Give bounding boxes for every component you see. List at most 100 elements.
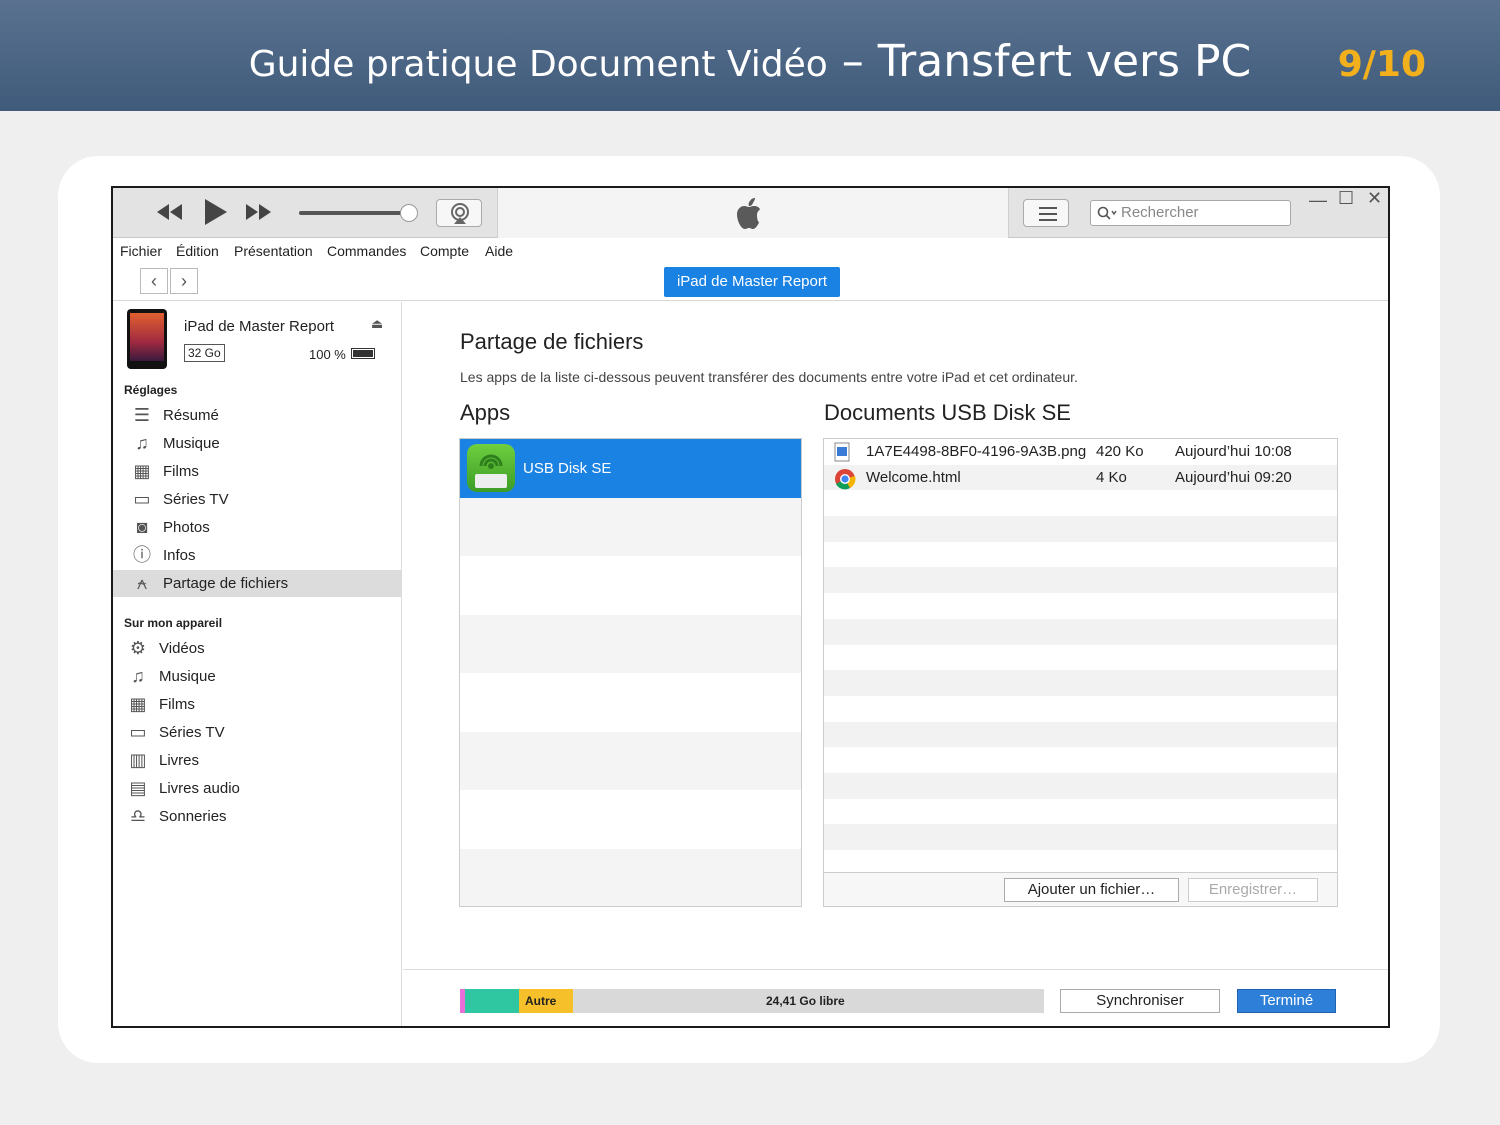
sidebar-item-vidéos[interactable]: ⚙ Vidéos bbox=[113, 635, 401, 662]
storage-bar: Autre 24,41 Go libre bbox=[460, 989, 1044, 1013]
fast-forward-icon bbox=[246, 204, 271, 220]
menu-aide[interactable]: Aide bbox=[485, 243, 513, 259]
volume-knob[interactable] bbox=[400, 204, 418, 222]
minimize-button[interactable]: — bbox=[1309, 190, 1327, 211]
film-icon: ▦ bbox=[129, 694, 147, 714]
apps-list: USB Disk SE bbox=[459, 438, 802, 907]
sidebar-item-livres[interactable]: ▥ Livres bbox=[113, 747, 401, 774]
main-panel: Partage de fichiers Les apps de la liste… bbox=[403, 302, 1388, 1026]
gear-icon: ⚙ bbox=[129, 638, 147, 658]
music-icon: ♫ bbox=[135, 433, 149, 453]
sidebar-item-infos[interactable]: ⓘ Infos bbox=[113, 542, 401, 569]
play-button[interactable] bbox=[203, 198, 229, 231]
airplay-button[interactable] bbox=[436, 199, 482, 227]
device-section-title: Sur mon appareil bbox=[124, 616, 223, 630]
sidebar-item-résumé[interactable]: ☰ Résumé bbox=[113, 402, 401, 429]
menu-fichier[interactable]: Fichier bbox=[120, 243, 162, 259]
search-input[interactable]: Rechercher bbox=[1090, 200, 1291, 226]
sidebar-item-label: Séries TV bbox=[159, 724, 225, 741]
device-button[interactable]: iPad de Master Report bbox=[664, 267, 840, 297]
image-file-icon bbox=[834, 442, 850, 466]
apps-heading: Apps bbox=[460, 400, 511, 425]
battery-icon bbox=[351, 348, 375, 359]
done-button[interactable]: Terminé bbox=[1237, 989, 1336, 1013]
document-size: 420 Ko bbox=[1096, 443, 1144, 460]
sidebar-item-label: Films bbox=[163, 463, 199, 480]
menu-compte[interactable]: Compte bbox=[420, 243, 469, 259]
documents-list: 1A7E4498-8BF0-4196-9A3B.png 420 Ko Aujourd… bbox=[823, 438, 1338, 907]
sidebar-item-label: Livres audio bbox=[159, 780, 240, 797]
page-description: Les apps de la liste ci-dessous peuvent … bbox=[460, 369, 1078, 385]
sidebar-item-label: Sonneries bbox=[159, 808, 227, 825]
search-icon bbox=[1097, 205, 1119, 225]
maximize-button[interactable]: ☐ bbox=[1338, 188, 1354, 209]
document-row[interactable]: Welcome.html 4 Ko Aujourd’hui 09:20 bbox=[824, 464, 1337, 491]
forward-button[interactable]: › bbox=[170, 268, 198, 294]
menu-bar: Fichier Édition Présentation Commandes C… bbox=[113, 239, 1388, 263]
ipad-icon bbox=[127, 309, 167, 369]
sidebar-item-label: Photos bbox=[163, 519, 210, 536]
sidebar-item-label: Musique bbox=[159, 668, 216, 685]
save-button[interactable]: Enregistrer… bbox=[1188, 878, 1318, 902]
apps-icon: ⍲ bbox=[136, 573, 148, 593]
close-button[interactable]: ✕ bbox=[1367, 188, 1382, 209]
volume-slider[interactable] bbox=[299, 211, 407, 215]
document-name: Welcome.html bbox=[866, 468, 961, 486]
lcd-display bbox=[497, 188, 1009, 238]
chevron-right-icon: › bbox=[181, 271, 187, 291]
usb-disk-app-icon bbox=[467, 444, 515, 492]
slide-header: Guide pratique Document Vidéo – Transfer… bbox=[0, 0, 1500, 111]
menu-edition[interactable]: Édition bbox=[176, 243, 219, 259]
document-row[interactable]: 1A7E4498-8BF0-4196-9A3B.png 420 Ko Aujourd… bbox=[824, 439, 1337, 465]
storage-segment-teal bbox=[465, 989, 519, 1013]
sidebar-item-label: Films bbox=[159, 696, 195, 713]
app-item-usb-disk-se[interactable]: USB Disk SE bbox=[460, 439, 801, 498]
bell-icon: ♎ bbox=[129, 806, 147, 826]
document-size: 4 Ko bbox=[1096, 468, 1127, 486]
sidebar-item-label: Partage de fichiers bbox=[163, 575, 289, 592]
menu-presentation[interactable]: Présentation bbox=[234, 243, 313, 259]
slide-title-sub: Transfert vers PC bbox=[877, 36, 1252, 87]
sidebar-item-musique[interactable]: ♫ Musique bbox=[113, 430, 401, 457]
settings-section-title: Réglages bbox=[124, 383, 178, 397]
sidebar-item-musique[interactable]: ♫ Musique bbox=[113, 663, 401, 690]
book-icon: ▥ bbox=[129, 750, 147, 770]
slide-title-main: Guide pratique Document Vidéo bbox=[248, 44, 828, 85]
rewind-icon bbox=[157, 204, 182, 220]
eject-icon[interactable]: ⏏ bbox=[371, 316, 383, 332]
tv-icon: ▭ bbox=[129, 722, 147, 742]
sidebar-item-livres-audio[interactable]: ▤ Livres audio bbox=[113, 775, 401, 802]
play-icon bbox=[205, 199, 227, 225]
sidebar-item-séries-tv[interactable]: ▭ Séries TV bbox=[113, 719, 401, 746]
slide-page-number: 9/10 bbox=[1337, 44, 1426, 85]
capacity-badge: 32 Go bbox=[184, 344, 225, 362]
info-icon: ⓘ bbox=[133, 545, 151, 565]
sidebar: iPad de Master Report ⏏ 32 Go 100 % Régl… bbox=[113, 302, 402, 1026]
tv-icon: ▭ bbox=[133, 489, 151, 509]
film-icon: ▦ bbox=[133, 461, 151, 481]
sidebar-item-films[interactable]: ▦ Films bbox=[113, 691, 401, 718]
menu-commandes[interactable]: Commandes bbox=[327, 243, 406, 259]
music-icon: ♫ bbox=[131, 666, 145, 686]
app-name: USB Disk SE bbox=[523, 460, 612, 477]
rewind-button[interactable] bbox=[155, 202, 183, 227]
player-toolbar: Rechercher — ☐ ✕ bbox=[113, 188, 1388, 238]
fast-forward-button[interactable] bbox=[245, 202, 273, 227]
sidebar-item-partage-de-fichiers[interactable]: ⍲ Partage de fichiers bbox=[113, 570, 401, 597]
back-button[interactable]: ‹ bbox=[140, 268, 168, 294]
itunes-window: Rechercher — ☐ ✕ Fichier Édition Présent… bbox=[111, 186, 1390, 1028]
search-placeholder: Rechercher bbox=[1121, 204, 1199, 221]
document-name: 1A7E4498-8BF0-4196-9A3B.png bbox=[866, 443, 1087, 460]
add-file-button[interactable]: Ajouter un fichier… bbox=[1004, 878, 1179, 902]
list-view-button[interactable] bbox=[1023, 199, 1069, 227]
sidebar-item-films[interactable]: ▦ Films bbox=[113, 458, 401, 485]
sidebar-item-photos[interactable]: ◙ Photos bbox=[113, 514, 401, 541]
slide-title-sep: – bbox=[827, 36, 878, 87]
sync-button[interactable]: Synchroniser bbox=[1060, 989, 1220, 1013]
sidebar-item-sonneries[interactable]: ♎ Sonneries bbox=[113, 803, 401, 830]
nav-bar: ‹ › iPad de Master Report bbox=[113, 263, 1388, 301]
sidebar-item-séries-tv[interactable]: ▭ Séries TV bbox=[113, 486, 401, 513]
battery-level: 100 % bbox=[309, 347, 346, 362]
list-icon bbox=[1039, 207, 1057, 221]
document-date: Aujourd’hui 09:20 bbox=[1175, 468, 1292, 486]
